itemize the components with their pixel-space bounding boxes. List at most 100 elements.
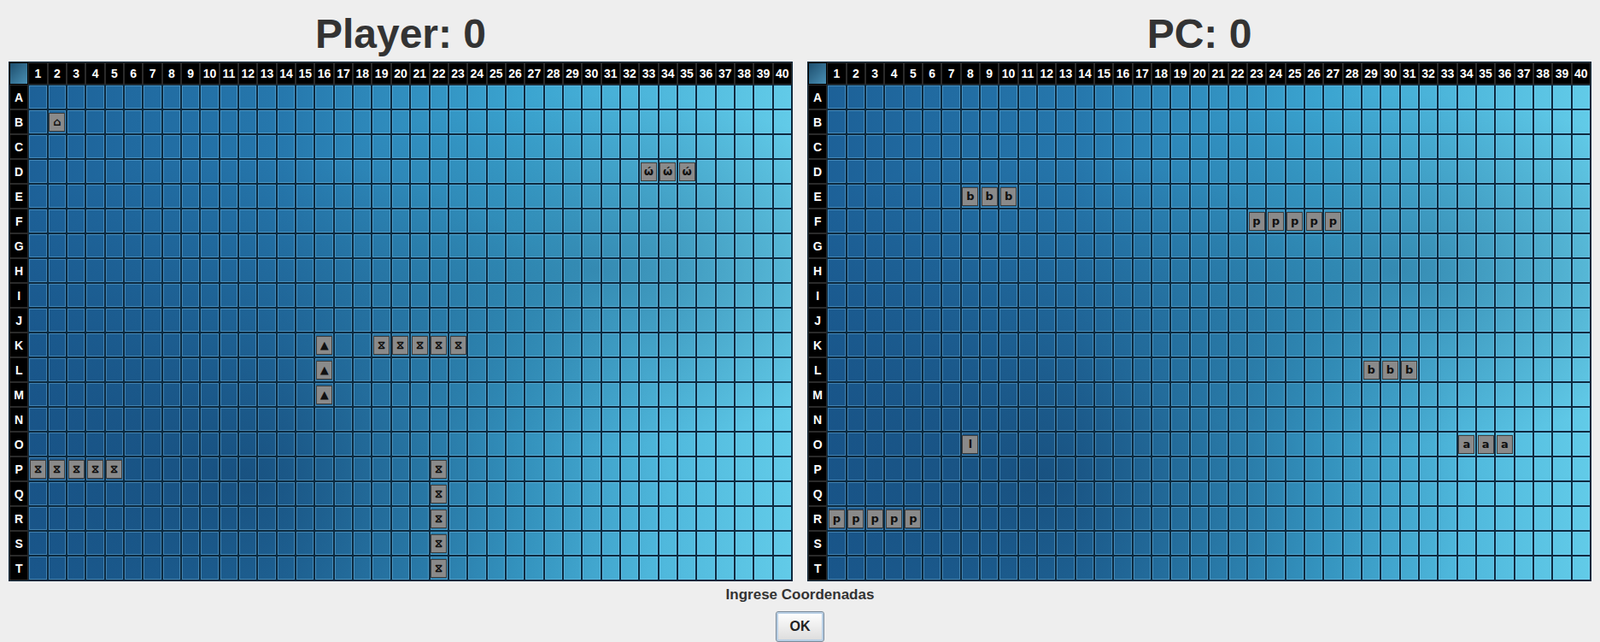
board-cell[interactable] <box>199 332 219 358</box>
board-cell[interactable] <box>734 431 754 457</box>
board-cell[interactable] <box>922 381 942 407</box>
board-cell[interactable] <box>429 183 449 209</box>
board-cell[interactable] <box>1533 505 1553 531</box>
board-cell[interactable] <box>961 158 980 184</box>
board-cell[interactable] <box>961 381 980 407</box>
board-cell[interactable] <box>1494 357 1514 382</box>
board-cell[interactable] <box>66 332 86 358</box>
board-cell[interactable] <box>486 134 506 159</box>
board-cell[interactable] <box>1151 530 1171 556</box>
board-cell[interactable] <box>28 431 47 457</box>
board-cell[interactable] <box>238 480 258 506</box>
board-cell[interactable] <box>1533 233 1553 258</box>
board-cell[interactable] <box>562 555 582 581</box>
board-cell[interactable] <box>846 530 866 556</box>
board-cell[interactable] <box>998 555 1018 581</box>
board-cell[interactable] <box>620 505 639 531</box>
board-cell[interactable]: ⌂ <box>47 109 67 135</box>
board-cell[interactable] <box>334 332 353 358</box>
board-cell[interactable] <box>1228 233 1248 258</box>
board-cell[interactable] <box>1494 505 1514 531</box>
board-cell[interactable] <box>1571 183 1591 209</box>
board-cell[interactable] <box>429 257 449 283</box>
board-cell[interactable] <box>1552 208 1571 234</box>
board-cell[interactable] <box>219 208 239 234</box>
board-cell[interactable] <box>486 530 506 556</box>
board-cell[interactable] <box>1094 505 1114 531</box>
board-cell[interactable] <box>1189 332 1209 358</box>
board-cell[interactable] <box>581 530 601 556</box>
board-cell[interactable] <box>1285 357 1305 382</box>
board-cell[interactable] <box>1457 208 1477 234</box>
board-cell[interactable] <box>865 134 885 159</box>
board-cell[interactable] <box>1323 505 1343 531</box>
board-cell[interactable] <box>1380 456 1400 481</box>
board-cell[interactable] <box>181 183 200 209</box>
board-cell[interactable] <box>1265 431 1285 457</box>
board-cell[interactable] <box>998 257 1018 283</box>
board-cell[interactable] <box>715 480 735 506</box>
board-cell[interactable] <box>1132 381 1152 407</box>
board-cell[interactable] <box>162 381 182 407</box>
board-cell[interactable] <box>524 530 544 556</box>
board-cell[interactable] <box>922 357 942 382</box>
board-cell[interactable] <box>1208 357 1228 382</box>
board-cell[interactable] <box>1170 208 1190 234</box>
board-cell[interactable] <box>1380 431 1400 457</box>
board-cell[interactable] <box>544 406 563 432</box>
board-cell[interactable] <box>677 456 697 481</box>
board-cell[interactable] <box>199 208 219 234</box>
board-cell[interactable] <box>1170 555 1190 581</box>
board-cell[interactable] <box>715 332 735 358</box>
board-cell[interactable] <box>658 357 678 382</box>
board-cell[interactable] <box>352 158 372 184</box>
board-cell[interactable] <box>1094 208 1114 234</box>
board-cell[interactable] <box>219 307 239 333</box>
board-cell[interactable] <box>846 233 866 258</box>
board-cell[interactable] <box>846 406 866 432</box>
board-cell[interactable] <box>352 456 372 481</box>
board-cell[interactable] <box>123 530 143 556</box>
board-cell[interactable] <box>1265 257 1285 283</box>
board-cell[interactable] <box>826 84 846 110</box>
board-cell[interactable] <box>961 307 980 333</box>
board-cell[interactable] <box>429 84 449 110</box>
board-cell[interactable] <box>181 530 200 556</box>
board-cell[interactable] <box>371 456 391 481</box>
board-cell[interactable] <box>410 406 429 432</box>
board-cell[interactable] <box>1400 530 1419 556</box>
board-cell[interactable]: ώ <box>677 158 697 184</box>
board-cell[interactable] <box>1189 233 1209 258</box>
board-cell[interactable]: ⧖ <box>28 456 47 481</box>
board-cell[interactable] <box>85 158 105 184</box>
board-cell[interactable] <box>142 208 162 234</box>
board-cell[interactable] <box>734 307 754 333</box>
board-cell[interactable] <box>544 332 563 358</box>
board-cell[interactable] <box>1342 406 1362 432</box>
board-cell[interactable] <box>1304 307 1324 333</box>
board-cell[interactable] <box>677 307 697 333</box>
board-cell[interactable] <box>677 183 697 209</box>
board-cell[interactable] <box>826 406 846 432</box>
board-cell[interactable] <box>1228 555 1248 581</box>
board-cell[interactable] <box>1533 134 1553 159</box>
board-cell[interactable] <box>199 134 219 159</box>
board-cell[interactable] <box>1514 332 1534 358</box>
board-cell[interactable] <box>181 555 200 581</box>
board-cell[interactable] <box>1075 555 1095 581</box>
board-cell[interactable] <box>391 431 411 457</box>
board-cell[interactable] <box>1380 134 1400 159</box>
board-cell[interactable] <box>410 480 429 506</box>
board-cell[interactable] <box>1514 109 1534 135</box>
board-cell[interactable] <box>1247 381 1266 407</box>
board-cell[interactable] <box>524 208 544 234</box>
board-cell[interactable] <box>734 505 754 531</box>
board-cell[interactable] <box>696 282 716 308</box>
board-cell[interactable] <box>696 431 716 457</box>
board-cell[interactable] <box>85 233 105 258</box>
board-cell[interactable] <box>562 431 582 457</box>
board-cell[interactable] <box>1323 332 1343 358</box>
board-cell[interactable] <box>219 555 239 581</box>
board-cell[interactable] <box>1437 332 1457 358</box>
board-cell[interactable] <box>1208 208 1228 234</box>
